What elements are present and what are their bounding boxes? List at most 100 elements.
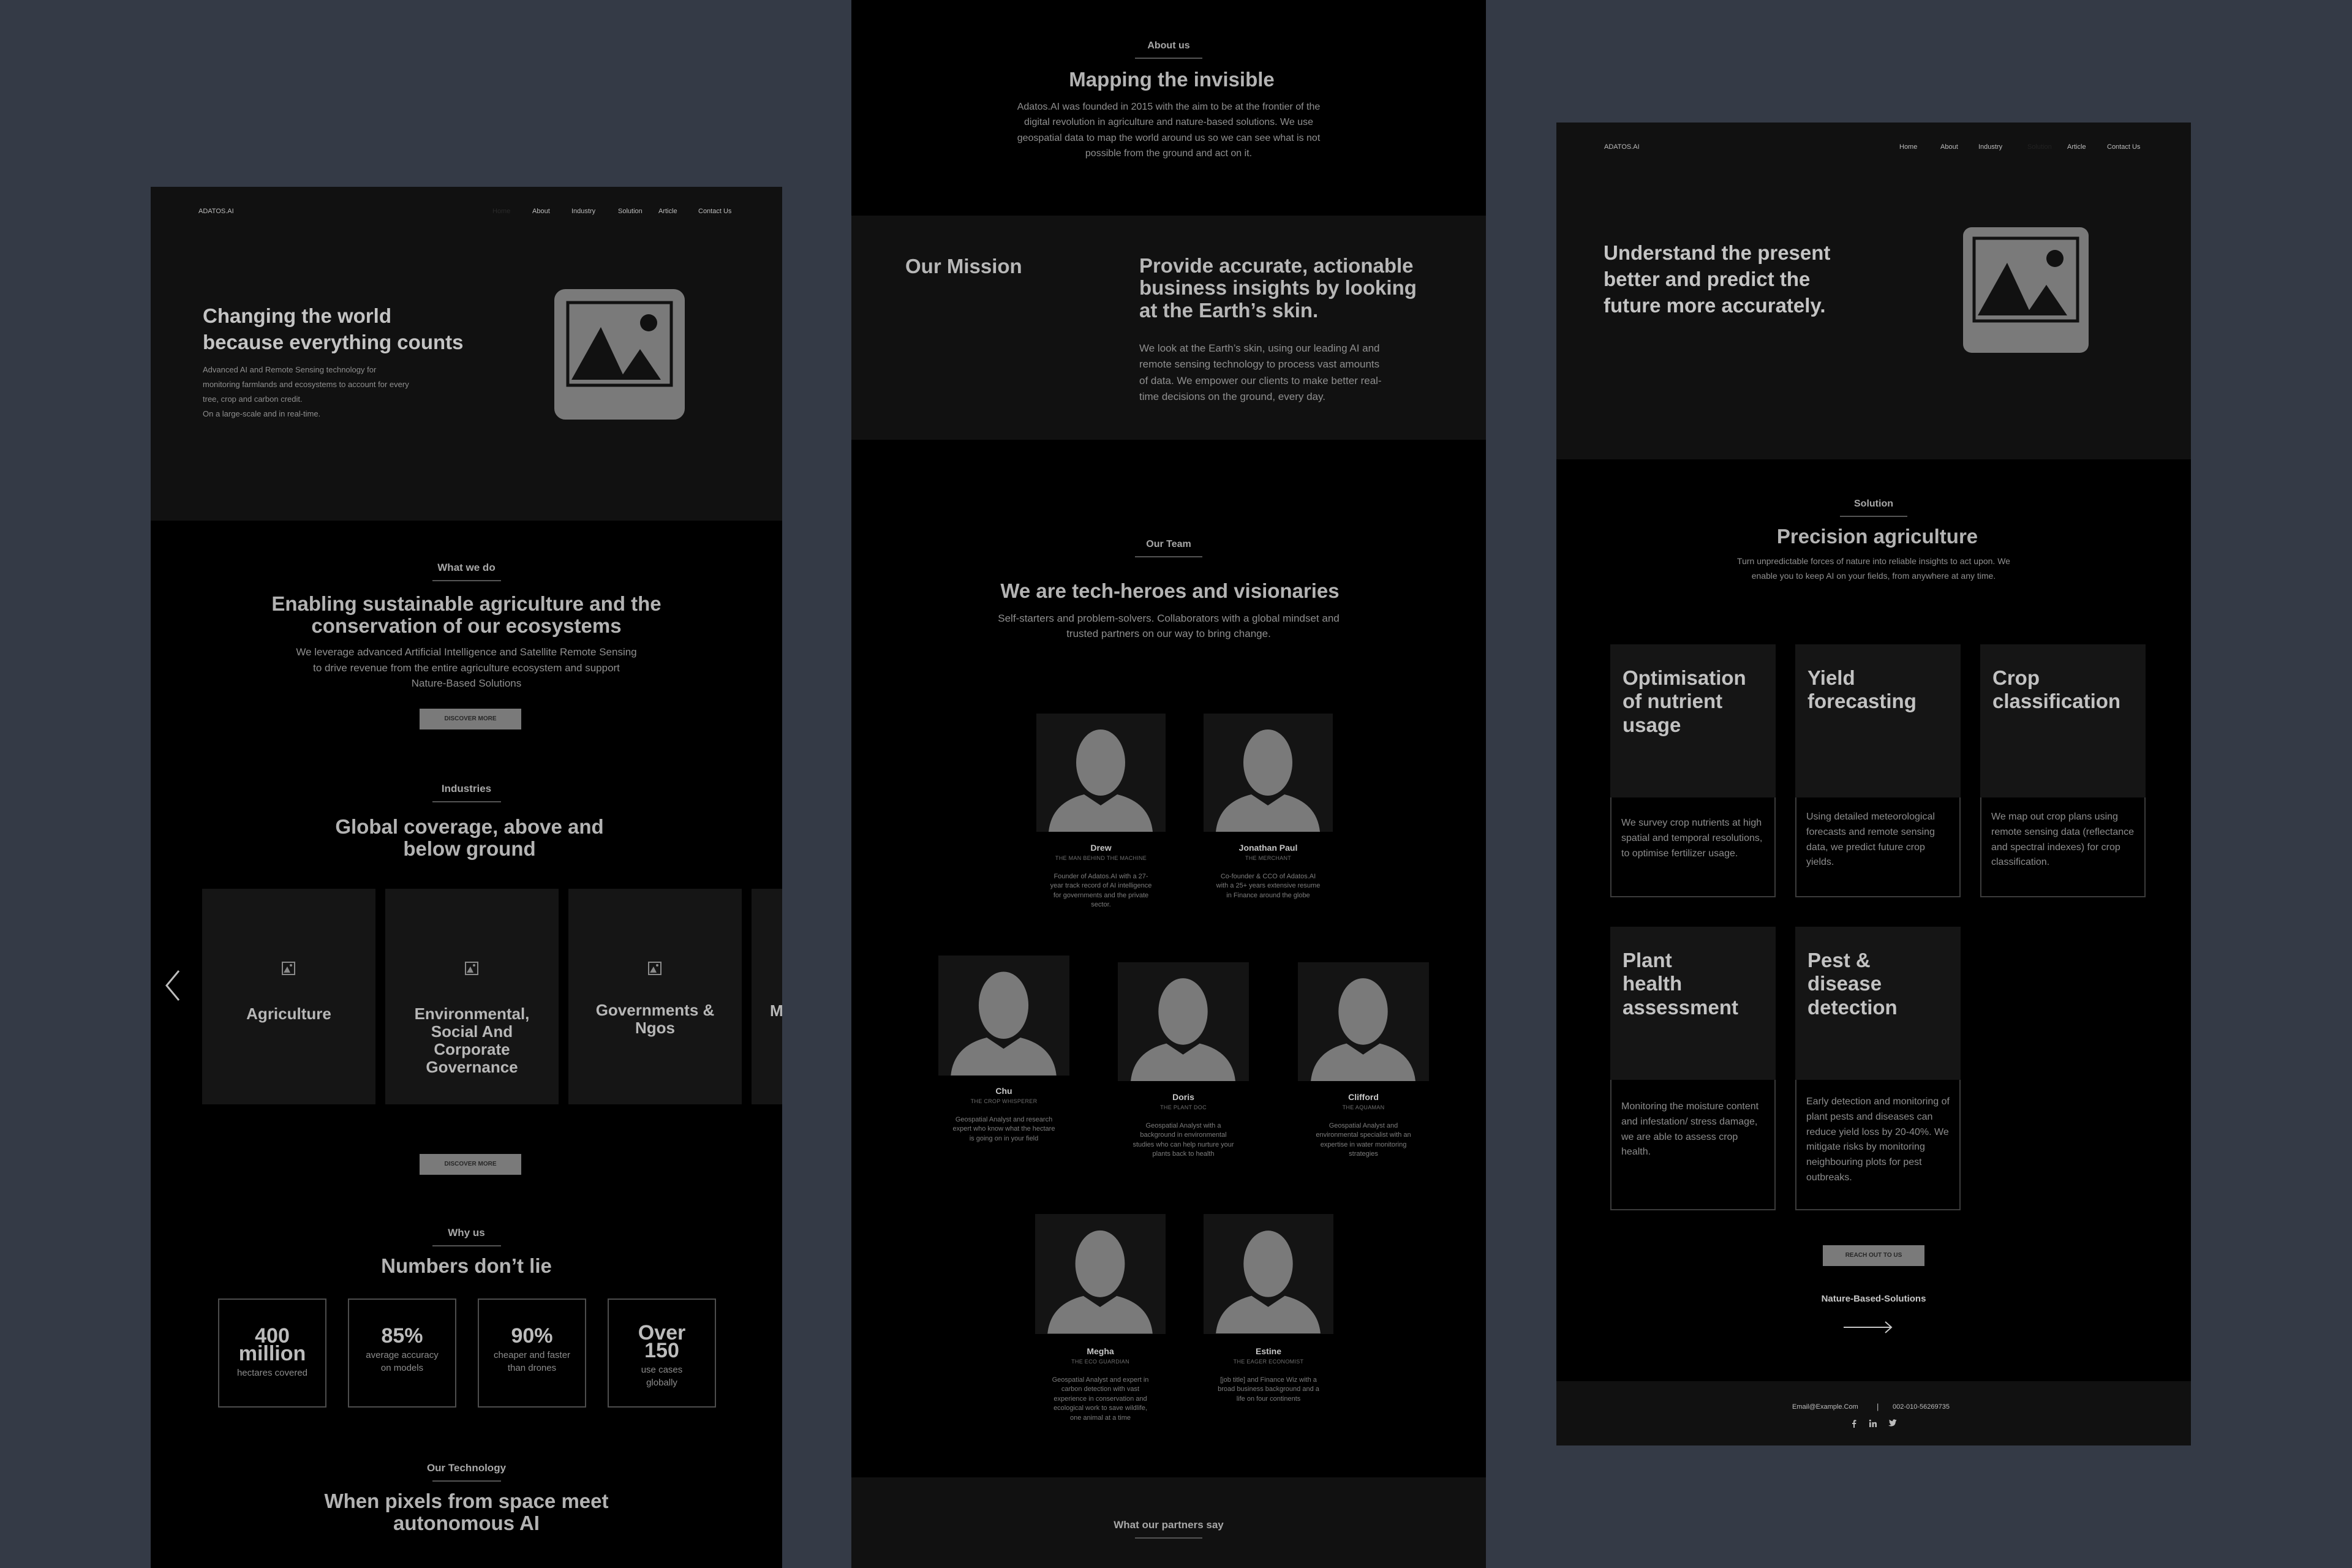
stat-card-cheaper: 90% cheaper and faster than drones bbox=[478, 1298, 586, 1408]
team-description: Self-starters and problem-solvers. Colla… bbox=[998, 612, 1340, 640]
solution-nav-home[interactable]: Home bbox=[1899, 143, 1917, 151]
solution-card-plant-health[interactable]: Plant health assessment Monitoring the m… bbox=[1610, 927, 1776, 1210]
about-eyebrow: About us bbox=[1147, 40, 1190, 51]
image-icon bbox=[281, 961, 296, 976]
avatar bbox=[1204, 1214, 1333, 1334]
avatar bbox=[1118, 962, 1249, 1081]
eyebrow-underline bbox=[432, 1245, 501, 1246]
mission-section: Our Mission Provide accurate, actionable… bbox=[851, 216, 1486, 440]
home-nav-contact[interactable]: Contact Us bbox=[698, 208, 731, 215]
what-we-do-title: Enabling sustainable agriculture and the… bbox=[271, 592, 662, 637]
about-section: About us Mapping the invisible Adatos.AI… bbox=[851, 40, 1486, 162]
team-member-estine: Estine THE EAGER ECONOMIST [job title] a… bbox=[1176, 1214, 1335, 1404]
eyebrow-underline bbox=[432, 1480, 501, 1482]
eyebrow-underline bbox=[432, 580, 501, 581]
twitter-icon[interactable] bbox=[1888, 1419, 1897, 1427]
solution-description: Turn unpredictable forces of nature into… bbox=[1737, 556, 2010, 581]
what-we-do-eyebrow: What we do bbox=[437, 562, 496, 573]
team-member-doris: Doris THE PLANT DOC Geospatial Analyst w… bbox=[1090, 962, 1250, 1159]
technology-section: Our Technology When pixels from space me… bbox=[151, 1462, 782, 1534]
about-description: Adatos.AI was founded in 2015 with the a… bbox=[1017, 101, 1321, 159]
mission-label: Our Mission bbox=[905, 255, 1022, 277]
partners-eyebrow: What our partners say bbox=[1114, 1519, 1224, 1531]
solution-card-crop[interactable]: Crop classification We map out crop plan… bbox=[1980, 644, 2146, 897]
eyebrow-underline bbox=[1135, 556, 1202, 557]
footer-divider: | bbox=[1877, 1402, 1879, 1411]
solution-nav-solution[interactable]: Solution bbox=[2027, 143, 2052, 151]
about-page-mockup: About us Mapping the invisible Adatos.AI… bbox=[851, 0, 1486, 1568]
mission-description: We look at the Earth’s skin, using our l… bbox=[1139, 342, 1382, 403]
solution-page-mockup: ADATOS.AI Home About Industry Solution A… bbox=[1556, 123, 2191, 1446]
industry-card-partial[interactable]: Ma bbox=[752, 889, 782, 1104]
about-title: Mapping the invisible bbox=[1069, 68, 1275, 91]
team-member-drew: Drew THE MAN BEHIND THE MACHINE Founder … bbox=[1009, 714, 1168, 910]
footer-phone[interactable]: 002-010-56269735 bbox=[1893, 1403, 1950, 1411]
reach-out-button[interactable]: REACH OUT TO US bbox=[1823, 1245, 1924, 1266]
solution-eyebrow: Solution bbox=[1854, 499, 1893, 509]
image-icon bbox=[464, 961, 479, 976]
home-hero-title: Changing the world because everything co… bbox=[203, 304, 464, 353]
team-member-jonathan-paul: Jonathan Paul THE MERCHANT Co-founder & … bbox=[1176, 714, 1335, 900]
team-title: We are tech-heroes and visionaries bbox=[1000, 579, 1340, 602]
industries-section: Industries Global coverage, above and be… bbox=[151, 783, 782, 859]
avatar bbox=[1036, 714, 1166, 832]
eyebrow-underline bbox=[432, 801, 501, 802]
solution-nav-article[interactable]: Article bbox=[2067, 143, 2086, 151]
solution-nav-contact[interactable]: Contact Us bbox=[2107, 143, 2140, 151]
home-nav-solution[interactable]: Solution bbox=[618, 208, 643, 215]
solution-card-yield[interactable]: Yield forecasting Using detailed meteoro… bbox=[1795, 644, 1961, 897]
carousel-prev-arrow-icon[interactable] bbox=[164, 970, 181, 1001]
image-icon bbox=[647, 961, 662, 976]
avatar bbox=[938, 956, 1069, 1076]
mission-title: Provide accurate, actionable business in… bbox=[1139, 254, 1417, 322]
industries-title: Global coverage, above and below ground bbox=[335, 815, 604, 860]
home-nav-industry[interactable]: Industry bbox=[571, 208, 595, 215]
what-we-do-description: We leverage advanced Artificial Intellig… bbox=[296, 646, 637, 690]
facebook-icon[interactable] bbox=[1850, 1419, 1858, 1428]
stat-card-hectares: 400 million hectares covered bbox=[218, 1298, 326, 1408]
footer-email[interactable]: Email@Example.Com bbox=[1792, 1403, 1858, 1411]
why-us-section: Why us Numbers don’t lie bbox=[151, 1227, 782, 1277]
footer: Email@Example.Com | 002-010-56269735 bbox=[1556, 1381, 2191, 1446]
industry-card-governments[interactable]: Governments & Ngos bbox=[568, 889, 742, 1104]
what-we-do-section: What we do Enabling sustainable agricult… bbox=[151, 562, 782, 692]
home-nav-article[interactable]: Article bbox=[658, 208, 677, 215]
stat-card-accuracy: 85% average accuracy on models bbox=[348, 1298, 456, 1408]
team-member-clifford: Clifford THE AQUAMAN Geospatial Analyst … bbox=[1270, 962, 1430, 1159]
arrow-right-icon[interactable] bbox=[1842, 1320, 1894, 1335]
team-section: Our Team We are tech-heroes and visionar… bbox=[851, 539, 1486, 642]
image-placeholder-icon bbox=[554, 289, 685, 420]
partners-section: What our partners say bbox=[851, 1477, 1486, 1568]
discover-more-button[interactable]: DISCOVER MORE bbox=[420, 709, 521, 729]
why-us-title: Numbers don’t lie bbox=[381, 1254, 552, 1277]
linkedin-icon[interactable] bbox=[1869, 1419, 1877, 1428]
nature-based-solutions-link[interactable]: Nature-Based-Solutions bbox=[1556, 1294, 2191, 1304]
solution-nav-about[interactable]: About bbox=[1940, 143, 1958, 151]
team-member-megha: Megha THE ECO GUARDIAN Geospatial Analys… bbox=[1008, 1214, 1167, 1423]
team-member-chu: Chu THE CROP WHISPERER Geospatial Analys… bbox=[911, 956, 1070, 1144]
solution-card-pest[interactable]: Pest & disease detection Early detection… bbox=[1795, 927, 1961, 1210]
home-nav-about[interactable]: About bbox=[532, 208, 550, 215]
solution-hero-title: Understand the present better and predic… bbox=[1604, 241, 1831, 317]
technology-eyebrow: Our Technology bbox=[426, 1462, 507, 1474]
avatar bbox=[1204, 714, 1333, 832]
solution-logo[interactable]: ADATOS.AI bbox=[1604, 143, 1640, 151]
home-nav-home[interactable]: Home bbox=[492, 208, 510, 215]
solution-title: Precision agriculture bbox=[1776, 525, 1978, 548]
eyebrow-underline bbox=[1135, 1537, 1202, 1539]
avatar bbox=[1298, 962, 1429, 1081]
solution-card-nutrient[interactable]: Optimisation of nutrient usage We survey… bbox=[1610, 644, 1776, 897]
solution-nav-industry[interactable]: Industry bbox=[1978, 143, 2002, 151]
eyebrow-underline bbox=[1840, 516, 1907, 517]
industry-card-esg[interactable]: Environmental, Social And Corporate Gove… bbox=[385, 889, 559, 1104]
image-placeholder-icon bbox=[1961, 225, 2091, 355]
team-eyebrow: Our Team bbox=[1146, 539, 1191, 549]
industry-card-agriculture[interactable]: Agriculture bbox=[202, 889, 375, 1104]
home-page-mockup: ADATOS.AI Home About Industry Solution A… bbox=[151, 187, 782, 1568]
why-us-eyebrow: Why us bbox=[448, 1227, 485, 1238]
stat-card-use-cases: Over 150 use cases globally bbox=[608, 1298, 716, 1408]
technology-title: When pixels from space meet autonomous A… bbox=[324, 1490, 609, 1534]
avatar bbox=[1035, 1214, 1166, 1334]
discover-more-button-industries[interactable]: DISCOVER MORE bbox=[420, 1154, 521, 1175]
home-logo[interactable]: ADATOS.AI bbox=[198, 208, 234, 215]
